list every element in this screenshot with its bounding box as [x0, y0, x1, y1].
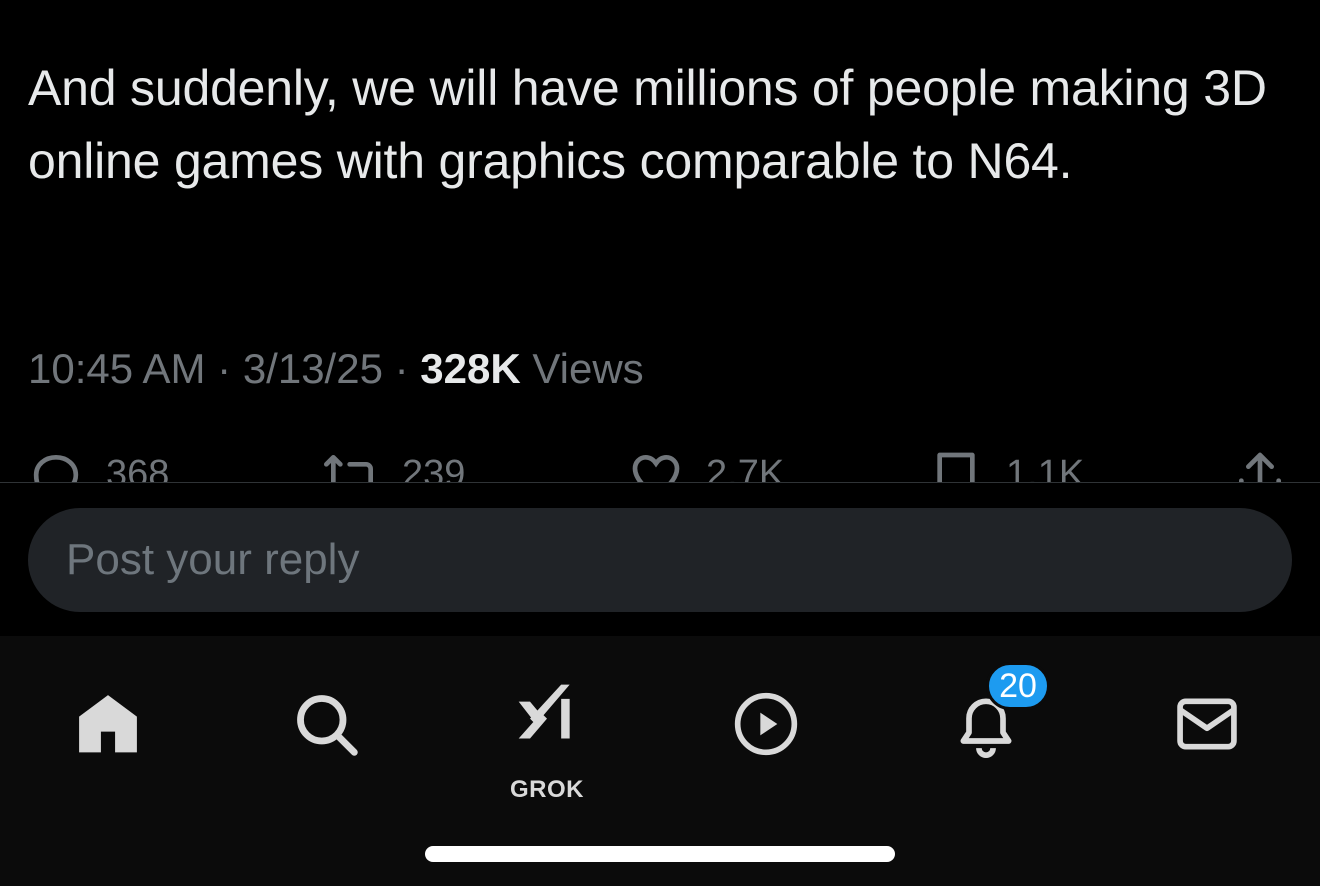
- bookmark-count: 1.1K: [1006, 453, 1085, 482]
- bookmark-button[interactable]: 1.1K: [928, 448, 1084, 482]
- bookmark-icon: [937, 452, 975, 482]
- share-icon: [1239, 452, 1281, 482]
- tweet-actions: 368 239 2.7K 1.1K: [0, 438, 1320, 482]
- repost-icon: [324, 455, 373, 482]
- meta-separator: ·: [394, 345, 409, 392]
- meta-separator: ·: [217, 345, 232, 392]
- tab-home[interactable]: [58, 674, 158, 774]
- tweet-time: 10:45 AM: [28, 345, 206, 392]
- tweet-meta: 10:45 AM · 3/13/25 · 328K Views: [28, 342, 644, 396]
- like-button[interactable]: 2.7K: [628, 448, 784, 482]
- grok-icon: [518, 684, 570, 739]
- mail-icon: [1177, 698, 1237, 750]
- tab-messages[interactable]: [1157, 674, 1257, 774]
- tweet-text: And suddenly, we will have millions of p…: [28, 60, 1267, 189]
- like-count: 2.7K: [706, 453, 785, 482]
- tab-search[interactable]: [276, 674, 376, 774]
- tweet-date: 3/13/25: [242, 345, 383, 392]
- search-icon: [297, 695, 358, 756]
- reply-icon: [33, 454, 79, 482]
- home-icon: [79, 695, 137, 753]
- repost-button[interactable]: 239: [324, 448, 465, 482]
- views-count[interactable]: 328K: [420, 345, 520, 392]
- repost-count: 239: [402, 453, 466, 482]
- divider: [0, 482, 1320, 483]
- home-indicator[interactable]: [425, 846, 895, 862]
- tab-video[interactable]: [716, 674, 816, 774]
- play-icon: [734, 692, 798, 756]
- reply-input[interactable]: [64, 534, 1292, 586]
- grok-label: GROK: [510, 776, 584, 803]
- reply-count: 368: [106, 453, 170, 482]
- share-button[interactable]: [1232, 448, 1310, 482]
- reply-box[interactable]: [28, 508, 1292, 612]
- tab-grok[interactable]: GROK: [497, 674, 597, 803]
- notifications-badge: 20: [986, 662, 1050, 710]
- reply-button[interactable]: 368: [28, 448, 169, 482]
- views-label: Views: [532, 345, 644, 392]
- heart-icon: [632, 454, 680, 482]
